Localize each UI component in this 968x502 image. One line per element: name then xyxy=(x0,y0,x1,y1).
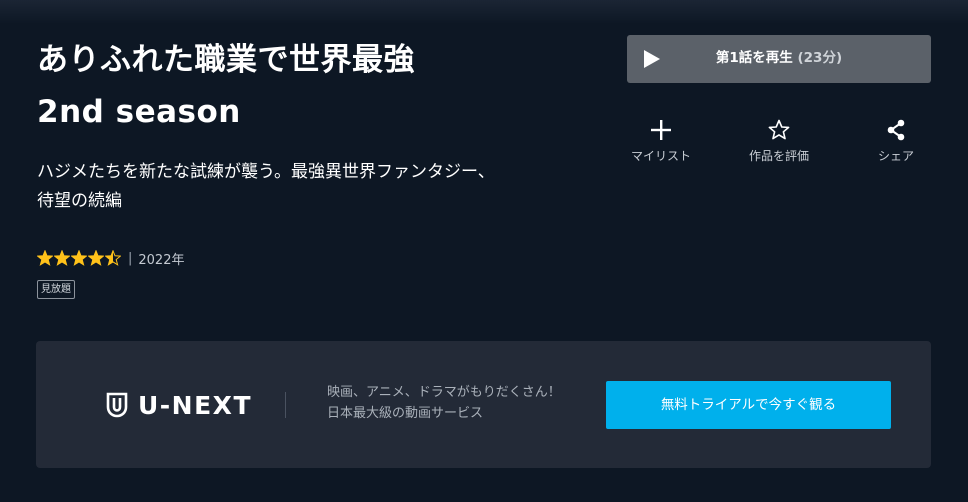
share-button[interactable]: シェア xyxy=(841,118,951,168)
play-episode-button[interactable]: 第1話を再生 (23分) xyxy=(627,35,931,83)
star-icon xyxy=(54,250,70,266)
star-icon xyxy=(105,250,121,266)
u-next-wordmark: U-NEXT xyxy=(138,390,253,420)
star-icon xyxy=(37,250,53,266)
play-episode-text: 第1話を再生 xyxy=(715,50,793,66)
star-icon xyxy=(88,250,104,266)
release-year: 2022年 xyxy=(138,252,185,268)
plus-icon xyxy=(651,120,671,140)
share-icon xyxy=(887,119,905,141)
mylist-label: マイリスト xyxy=(630,149,691,163)
title-main: ありふれた職業で世界最強 xyxy=(37,42,415,78)
star-icon xyxy=(71,250,87,266)
u-next-logo: U-NEXT xyxy=(106,390,253,420)
banner-divider xyxy=(285,392,286,418)
header-fade xyxy=(0,0,968,24)
rating-separator: | xyxy=(128,250,133,266)
banner-copy-line2: 日本最大級の動画サービス xyxy=(327,406,484,421)
share-label: シェア xyxy=(877,149,914,163)
unlimited-badge: 見放題 xyxy=(37,280,75,299)
u-next-shield-icon xyxy=(106,392,128,418)
rate-title-label: 作品を評価 xyxy=(748,149,809,163)
star-rating xyxy=(37,250,122,266)
free-trial-button[interactable]: 無料トライアルで今すぐ観る xyxy=(606,381,891,429)
title-season: 2nd season xyxy=(37,94,241,130)
synopsis: ハジメたちを新たな試練が襲う。最強異世界ファンタジー、待望の続編 xyxy=(37,162,495,211)
episode-duration: (23分) xyxy=(797,50,843,66)
signup-banner: U-NEXT 映画、アニメ、ドラマがもりだくさん！ 日本最大級の動画サービス 無… xyxy=(36,341,931,468)
star-outline-icon xyxy=(768,119,790,140)
rating-row: | 2022年 xyxy=(37,249,185,268)
mylist-button[interactable]: マイリスト xyxy=(606,118,716,168)
rate-title-button[interactable]: 作品を評価 xyxy=(724,118,834,168)
banner-copy-line1: 映画、アニメ、ドラマがもりだくさん！ xyxy=(327,385,561,400)
page-title: ありふれた職業で世界最強 2nd season xyxy=(37,34,597,138)
play-episode-label: 第1話を再生 (23分) xyxy=(627,35,931,83)
banner-copy: 映画、アニメ、ドラマがもりだくさん！ 日本最大級の動画サービス xyxy=(327,382,587,424)
